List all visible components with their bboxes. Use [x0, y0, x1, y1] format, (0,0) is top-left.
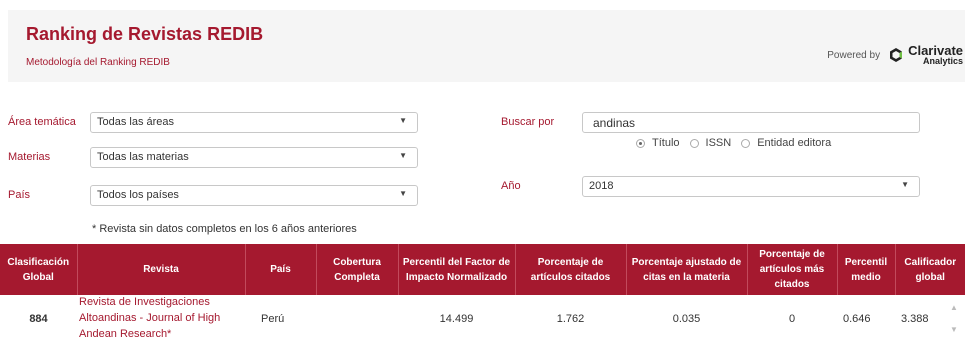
- chevron-down-icon: ▼: [901, 180, 909, 189]
- header-adjusted-citations[interactable]: Porcentaje ajustado de citas en la mater…: [626, 244, 748, 295]
- radio-issn-label: ISSN: [705, 137, 732, 149]
- cell-mean-percentile: 0.646: [843, 312, 871, 325]
- clarivate-wordmark: Clarivate Analytics: [908, 44, 963, 66]
- cell-cited-pct: 1.762: [556, 312, 585, 325]
- chevron-down-icon: ▼: [399, 189, 407, 198]
- country-select[interactable]: Todos los países ▼: [90, 185, 418, 206]
- country-label: País: [8, 189, 31, 201]
- area-select-value: Todas las áreas: [97, 116, 175, 128]
- powered-by: Powered by Clarivate Analytics: [827, 44, 963, 66]
- country-select-value: Todos los países: [97, 189, 179, 201]
- radio-issn[interactable]: ISSN: [689, 137, 732, 149]
- header-most-cited[interactable]: Porcentaje de artículos más citados: [747, 244, 838, 295]
- header-cited-pct[interactable]: Porcentaje de artículos citados: [515, 244, 627, 295]
- cell-country: Perú: [261, 312, 285, 325]
- radio-title[interactable]: Título: [636, 137, 680, 149]
- brand-sub: Analytics: [922, 56, 963, 66]
- scroll-up-icon[interactable]: ▲: [950, 303, 958, 312]
- radio-issn-circle[interactable]: [689, 138, 699, 148]
- clarivate-logo-icon: [890, 48, 903, 62]
- search-label: Buscar por: [501, 116, 555, 128]
- subject-select-value: Todas las materias: [97, 151, 189, 163]
- journal-link[interactable]: Revista de Investigaciones Altoandinas -…: [77, 295, 245, 338]
- radio-title-circle[interactable]: [636, 138, 645, 148]
- header-coverage[interactable]: Cobertura Completa: [316, 244, 399, 295]
- table-scrollbar[interactable]: ▲ ▼: [946, 299, 965, 338]
- area-label: Área temática: [8, 116, 76, 128]
- header-rank[interactable]: Clasificación Global: [0, 244, 78, 295]
- radio-title-label: Título: [652, 137, 680, 149]
- year-label: Año: [501, 180, 521, 192]
- page-title: Ranking de Revistas REDIB: [26, 24, 264, 44]
- powered-by-text: Powered by: [827, 49, 881, 61]
- radio-publisher-circle[interactable]: [741, 138, 751, 148]
- subject-label: Materias: [8, 151, 51, 163]
- search-by-options: Título ISSN Entidad editora: [636, 137, 841, 149]
- chevron-down-icon: ▼: [399, 116, 407, 125]
- header-global-score[interactable]: Calificador global: [895, 244, 965, 295]
- radio-publisher[interactable]: Entidad editora: [741, 137, 831, 149]
- area-select[interactable]: Todas las áreas ▼: [90, 112, 418, 133]
- ranking-table: Clasificación Global Revista País Cobert…: [0, 244, 965, 338]
- methodology-link[interactable]: Metodología del Ranking REDIB: [26, 57, 170, 68]
- header-country[interactable]: País: [245, 244, 317, 295]
- scroll-down-icon[interactable]: ▼: [950, 325, 958, 334]
- cell-impact-percentile: 14.499: [439, 312, 474, 325]
- table-header-row: Clasificación Global Revista País Cobert…: [0, 244, 965, 295]
- year-select[interactable]: 2018 ▼: [582, 176, 920, 197]
- search-input[interactable]: andinas: [582, 112, 920, 133]
- cell-rank: 884: [29, 312, 48, 325]
- incomplete-data-note: * Revista sin datos completos en los 6 a…: [92, 223, 357, 235]
- cell-most-cited: 0: [788, 312, 796, 325]
- header-journal[interactable]: Revista: [77, 244, 246, 295]
- header-mean-percentile[interactable]: Percentil medio: [837, 244, 896, 295]
- radio-publisher-label: Entidad editora: [757, 137, 832, 149]
- page-header: Ranking de Revistas REDIB Metodología de…: [8, 10, 965, 82]
- subject-select[interactable]: Todas las materias ▼: [90, 147, 418, 168]
- table-row: 884 Revista de Investigaciones Altoandin…: [0, 295, 965, 338]
- header-impact-percentile[interactable]: Percentil del Factor de Impacto Normaliz…: [398, 244, 516, 295]
- cell-adjusted-citations: 0.035: [672, 312, 701, 325]
- cell-coverage: [316, 295, 398, 338]
- chevron-down-icon: ▼: [399, 151, 407, 160]
- year-select-value: 2018: [589, 180, 614, 192]
